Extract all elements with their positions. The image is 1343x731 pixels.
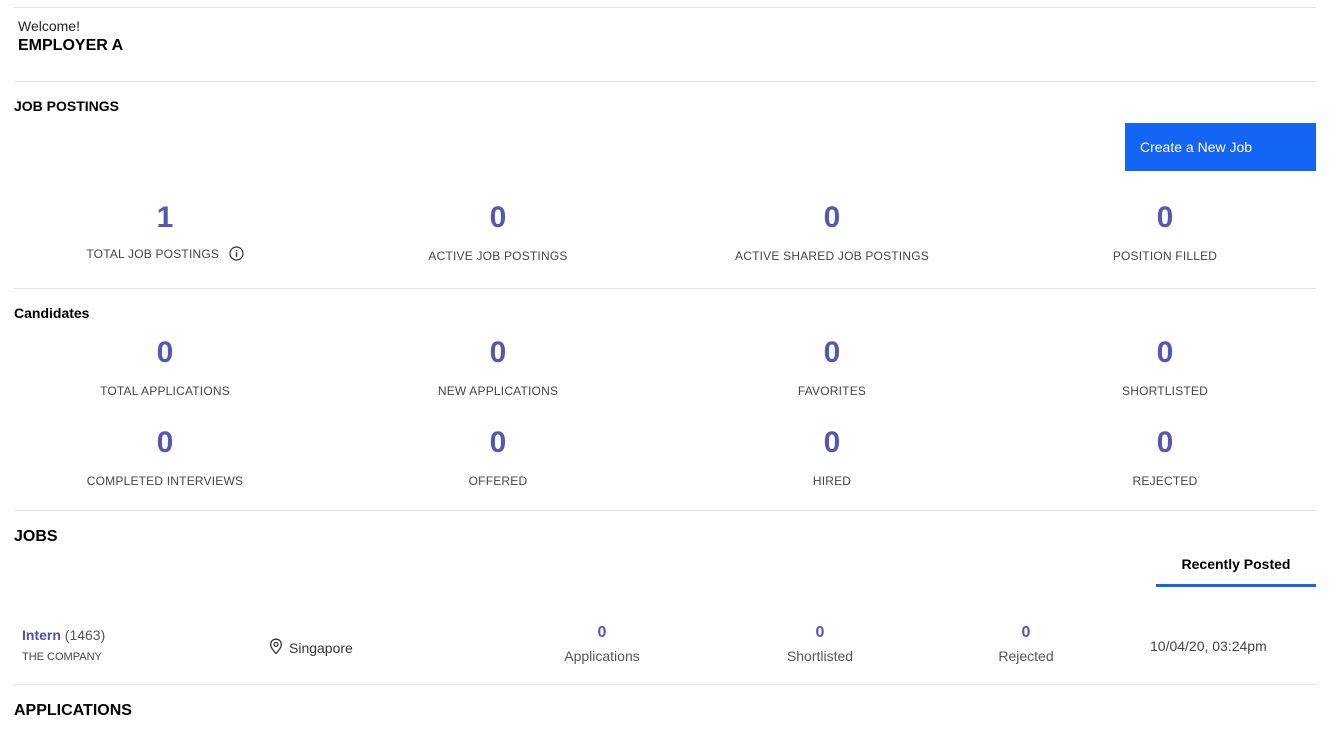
stat-value: 0	[156, 336, 174, 369]
stat-label: COMPLETED INTERVIEWS	[86, 474, 244, 488]
job-company: THE COMPANY	[22, 651, 102, 663]
divider-candidates	[14, 510, 1316, 511]
stat-favorites: 0 FAVORITES	[702, 336, 962, 398]
job-shortlisted-label: Shortlisted	[786, 648, 854, 664]
stat-position-filled: 0 POSITION FILLED	[1035, 201, 1295, 263]
stat-label: OFFERED	[468, 474, 528, 488]
stat-active-shared-job-postings: 0 ACTIVE SHARED JOB POSTINGS	[702, 201, 962, 263]
divider-header	[14, 81, 1316, 82]
stat-hired: 0 HIRED	[702, 426, 962, 488]
stat-label: ACTIVE SHARED JOB POSTINGS	[735, 249, 929, 263]
job-posted-date: 10/04/20, 03:24pm	[1150, 638, 1267, 654]
stat-rejected: 0 REJECTED	[1035, 426, 1295, 488]
divider-top	[14, 7, 1316, 8]
stat-label: TOTAL JOB POSTINGS	[35, 246, 295, 264]
stat-total-job-postings: 1 TOTAL JOB POSTINGS	[35, 201, 295, 264]
stat-label-text: TOTAL JOB POSTINGS	[86, 247, 220, 261]
stat-value: 0	[489, 201, 507, 234]
stat-value: 0	[823, 426, 841, 459]
stat-value: 0	[156, 426, 174, 459]
job-applications[interactable]: 0 Applications	[532, 624, 672, 664]
applications-title: APPLICATIONS	[14, 702, 132, 719]
stat-shortlisted: 0 SHORTLISTED	[1035, 336, 1295, 398]
stat-value: 0	[1156, 201, 1174, 234]
job-title: Intern (1463)	[22, 627, 105, 643]
job-postings-title: JOB POSTINGS	[14, 98, 120, 114]
job-location-text: Singapore	[289, 640, 353, 656]
job-rejected[interactable]: 0 Rejected	[956, 624, 1096, 664]
stat-value: 0	[489, 336, 507, 369]
jobs-title: JOBS	[14, 528, 58, 545]
employer-name: EMPLOYER A	[18, 37, 124, 54]
stat-total-applications: 0 TOTAL APPLICATIONS	[35, 336, 295, 398]
job-shortlisted-count: 0	[815, 624, 825, 641]
create-new-job-button[interactable]: Create a New Job	[1125, 123, 1316, 171]
stat-value: 0	[1156, 426, 1174, 459]
stat-label: REJECTED	[1132, 474, 1198, 488]
divider-job-postings	[14, 288, 1316, 289]
candidates-title: Candidates	[14, 305, 90, 321]
job-location: Singapore	[268, 638, 353, 658]
stat-value: 0	[489, 426, 507, 459]
stat-label: TOTAL APPLICATIONS	[100, 384, 230, 398]
stat-active-job-postings: 0 ACTIVE JOB POSTINGS	[368, 201, 628, 263]
welcome-text: Welcome!	[18, 18, 80, 34]
info-icon[interactable]	[229, 246, 244, 264]
stat-label: POSITION FILLED	[1112, 249, 1218, 263]
tab-recently-posted[interactable]: Recently Posted	[1156, 545, 1316, 587]
stat-value: 0	[823, 336, 841, 369]
stat-new-applications: 0 NEW APPLICATIONS	[368, 336, 628, 398]
divider-jobs	[14, 684, 1316, 685]
stat-offered: 0 OFFERED	[368, 426, 628, 488]
stat-value: 0	[823, 201, 841, 234]
job-name-link[interactable]: Intern	[22, 627, 61, 643]
job-id: (1463)	[64, 627, 106, 643]
stat-label: NEW APPLICATIONS	[437, 384, 559, 398]
stat-value: 0	[1156, 336, 1174, 369]
stat-completed-interviews: 0 COMPLETED INTERVIEWS	[35, 426, 295, 488]
stat-label: ACTIVE JOB POSTINGS	[428, 249, 568, 263]
stat-label: SHORTLISTED	[1122, 384, 1208, 398]
job-shortlisted[interactable]: 0 Shortlisted	[750, 624, 890, 664]
job-rejected-label: Rejected	[998, 648, 1054, 664]
map-pin-icon	[268, 638, 289, 658]
job-applications-label: Applications	[564, 648, 640, 664]
job-applications-count: 0	[597, 624, 607, 641]
stat-label: FAVORITES	[797, 384, 867, 398]
stat-value: 1	[156, 201, 174, 234]
job-rejected-count: 0	[1021, 624, 1031, 641]
stat-label: HIRED	[812, 474, 852, 488]
